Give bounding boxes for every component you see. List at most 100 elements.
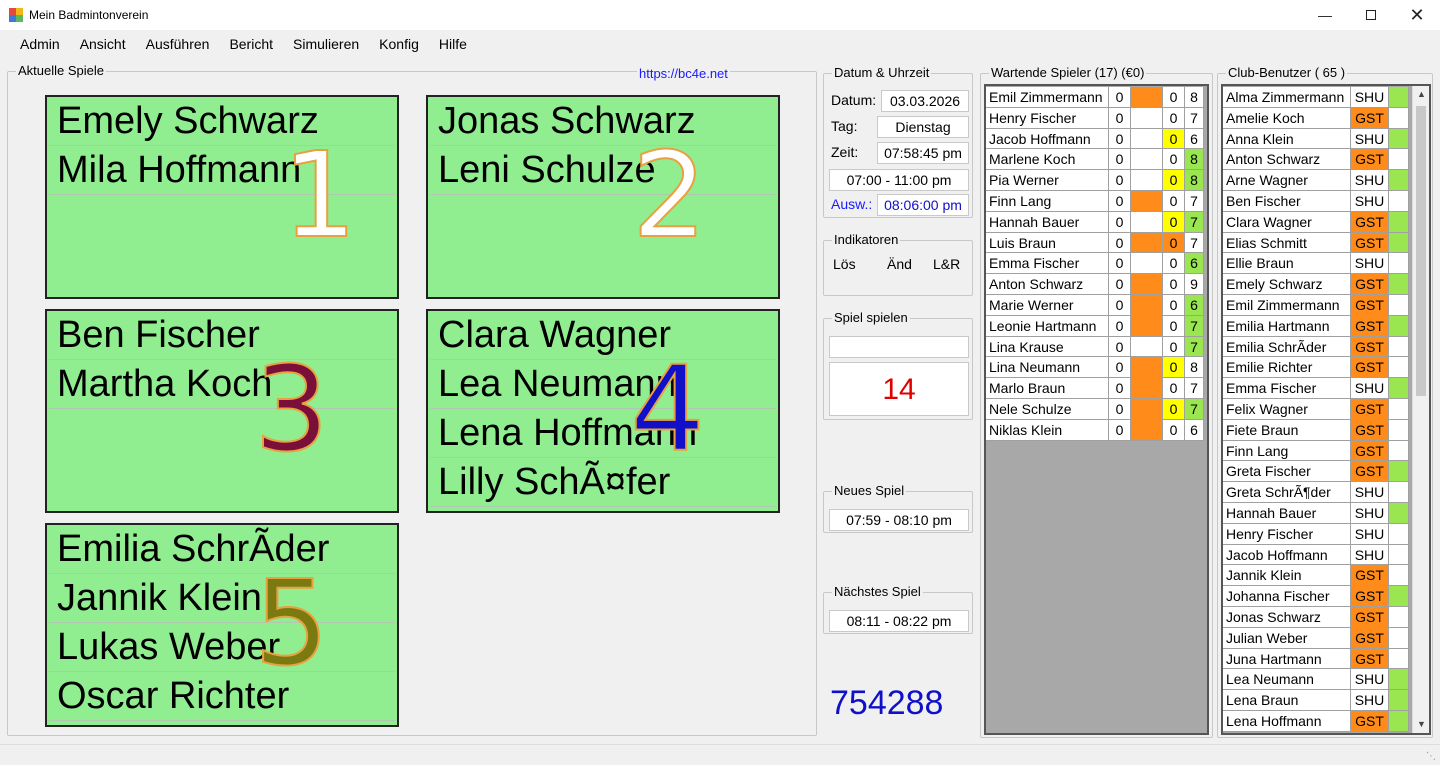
club-user-row[interactable]: Jonas Schwarz GST bbox=[1223, 607, 1409, 628]
menu-admin[interactable]: Admin bbox=[10, 36, 70, 52]
close-button[interactable]: ✕ bbox=[1394, 0, 1440, 30]
time-field[interactable]: 07:58:45 pm bbox=[877, 142, 969, 164]
scroll-down-icon[interactable]: ▼ bbox=[1413, 716, 1429, 733]
new-game-label: Neues Spiel bbox=[832, 483, 907, 499]
club-user-row[interactable]: Emilia Hartmann GST bbox=[1223, 315, 1409, 337]
court-player-row[interactable]: Ben Fischer bbox=[49, 311, 395, 360]
club-user-row[interactable]: Fiete Braun GST bbox=[1223, 419, 1409, 441]
club-user-row[interactable]: Emely Schwarz GST bbox=[1223, 274, 1409, 295]
play-game-label: Spiel spielen bbox=[832, 310, 910, 326]
court-player-name: Leni Schulze bbox=[438, 149, 656, 191]
club-user-row[interactable]: Ben Fischer SHU bbox=[1223, 191, 1409, 212]
menu-bericht[interactable]: Bericht bbox=[219, 36, 283, 52]
waiting-row[interactable]: Henry Fischer 0 0 7 bbox=[986, 107, 1204, 129]
club-user-row[interactable]: Julian Weber GST bbox=[1223, 627, 1409, 649]
waiting-row[interactable]: Lina Neumann 0 0 8 bbox=[986, 357, 1204, 379]
scroll-up-icon[interactable]: ▲ bbox=[1413, 86, 1429, 103]
court-player-row[interactable]: Lena Hoffmann bbox=[430, 409, 776, 458]
waiting-row[interactable]: Niklas Klein 0 0 6 bbox=[986, 419, 1204, 441]
waiting-row[interactable]: Jacob Hoffmann 0 0 6 bbox=[986, 128, 1204, 150]
time-range-field[interactable]: 07:00 - 11:00 pm bbox=[829, 169, 969, 191]
club-user-row[interactable]: Finn Lang GST bbox=[1223, 440, 1409, 462]
club-user-row[interactable]: Hannah Bauer SHU bbox=[1223, 503, 1409, 524]
menu-konfig[interactable]: Konfig bbox=[369, 36, 429, 52]
club-user-row[interactable]: Juna Hartmann GST bbox=[1223, 648, 1409, 670]
waiting-row[interactable]: Marie Werner 0 0 6 bbox=[986, 295, 1204, 316]
court-player-row[interactable]: Lea Neumann bbox=[430, 360, 776, 409]
club-user-row[interactable]: Jannik Klein GST bbox=[1223, 565, 1409, 587]
court-3[interactable]: Ben Fischer Martha Koch 3 bbox=[45, 309, 399, 513]
court-player-row[interactable]: Leni Schulze bbox=[430, 146, 776, 195]
club-user-row[interactable]: Emilia SchrÃder GST bbox=[1223, 336, 1409, 358]
club-user-row[interactable]: Amelie Koch GST bbox=[1223, 107, 1409, 129]
waiting-row[interactable]: Nele Schulze 0 0 7 bbox=[986, 399, 1204, 420]
waiting-row[interactable]: Marlene Koch 0 0 8 bbox=[986, 149, 1204, 171]
club-user-row[interactable]: Greta Fischer GST bbox=[1223, 461, 1409, 483]
court-player-row[interactable]: Clara Wagner bbox=[430, 311, 776, 360]
court-player-name: Jannik Klein bbox=[57, 577, 262, 619]
menu-ansicht[interactable]: Ansicht bbox=[70, 36, 136, 52]
club-user-row[interactable]: Lea Neumann SHU bbox=[1223, 669, 1409, 691]
waiting-row[interactable]: Luis Braun 0 0 7 bbox=[986, 232, 1204, 254]
maximize-button[interactable] bbox=[1348, 0, 1394, 30]
court-1[interactable]: Emely Schwarz Mila Hoffmann 1 bbox=[45, 95, 399, 299]
next-game-field[interactable]: 08:11 - 08:22 pm bbox=[829, 610, 969, 632]
club-user-row[interactable]: Henry Fischer SHU bbox=[1223, 523, 1409, 545]
club-user-name: Felix Wagner bbox=[1223, 399, 1351, 420]
club-user-row[interactable]: Ellie Braun SHU bbox=[1223, 253, 1409, 275]
club-user-row[interactable]: Anna Klein SHU bbox=[1223, 128, 1409, 150]
day-field[interactable]: Dienstag bbox=[877, 116, 969, 138]
website-link[interactable]: https://bc4e.net bbox=[637, 66, 730, 81]
play-count-box[interactable]: 14 bbox=[829, 362, 969, 416]
club-user-row[interactable]: Clara Wagner GST bbox=[1223, 211, 1409, 233]
club-user-row[interactable]: Jacob Hoffmann SHU bbox=[1223, 544, 1409, 566]
club-scrollbar[interactable]: ▲ ▼ bbox=[1412, 86, 1429, 733]
waiting-players-grid[interactable]: Emil Zimmermann 0 0 8 Henry Fischer 0 0 7 Jacob … bbox=[984, 84, 1209, 735]
club-user-row[interactable]: Greta SchrÃ¶der SHU bbox=[1223, 482, 1409, 503]
court-player-row[interactable]: Jonas Schwarz bbox=[430, 97, 776, 146]
court-2[interactable]: Jonas Schwarz Leni Schulze 2 bbox=[426, 95, 780, 299]
court-player-row[interactable]: Lukas Weber bbox=[49, 623, 395, 672]
club-user-row[interactable]: Alma Zimmermann SHU bbox=[1223, 87, 1409, 108]
waiting-row[interactable]: Emil Zimmermann 0 0 8 bbox=[986, 87, 1204, 108]
club-users-grid[interactable]: ▲ ▼ Alma Zimmermann SHU Amelie Koch GST Anna… bbox=[1221, 84, 1431, 735]
date-field[interactable]: 03.03.2026 bbox=[881, 90, 969, 112]
waiting-row[interactable]: Lina Krause 0 0 7 bbox=[986, 336, 1204, 358]
club-user-row[interactable]: Felix Wagner GST bbox=[1223, 399, 1409, 420]
club-user-row[interactable]: Emma Fischer SHU bbox=[1223, 378, 1409, 399]
club-user-name: Ben Fischer bbox=[1223, 191, 1351, 212]
menu-hilfe[interactable]: Hilfe bbox=[429, 36, 477, 52]
court-player-row[interactable]: Oscar Richter bbox=[49, 672, 395, 721]
scroll-thumb[interactable] bbox=[1416, 106, 1426, 396]
resize-grip-icon[interactable]: ⋱ bbox=[1426, 751, 1436, 762]
menu-simulieren[interactable]: Simulieren bbox=[283, 36, 369, 52]
court-4[interactable]: Clara Wagner Lea Neumann Lena Hoffmann Lill… bbox=[426, 309, 780, 513]
waiting-row[interactable]: Pia Werner 0 0 8 bbox=[986, 170, 1204, 191]
waiting-row[interactable]: Marlo Braun 0 0 7 bbox=[986, 378, 1204, 399]
club-user-flag bbox=[1389, 669, 1409, 691]
club-user-row[interactable]: Johanna Fischer GST bbox=[1223, 586, 1409, 607]
club-user-row[interactable]: Elias Schmitt GST bbox=[1223, 232, 1409, 254]
waiting-row[interactable]: Hannah Bauer 0 0 7 bbox=[986, 211, 1204, 233]
court-player-row[interactable]: Martha Koch bbox=[49, 360, 395, 409]
play-input[interactable] bbox=[829, 336, 969, 358]
ausw-field[interactable]: 08:06:00 pm bbox=[877, 194, 969, 216]
menu-ausfuehren[interactable]: Ausführen bbox=[136, 36, 220, 52]
waiting-status-indicator bbox=[1131, 357, 1163, 379]
club-user-row[interactable]: Lena Braun SHU bbox=[1223, 690, 1409, 711]
court-player-row[interactable]: Emilia SchrÃder bbox=[49, 525, 395, 574]
waiting-row[interactable]: Leonie Hartmann 0 0 7 bbox=[986, 315, 1204, 337]
minimize-button[interactable]: — bbox=[1302, 0, 1348, 30]
waiting-row[interactable]: Emma Fischer 0 0 6 bbox=[986, 253, 1204, 275]
court-player-row[interactable]: Lilly SchÃ¤fer bbox=[430, 458, 776, 507]
club-user-row[interactable]: Emilie Richter GST bbox=[1223, 357, 1409, 379]
waiting-row[interactable]: Anton Schwarz 0 0 9 bbox=[986, 274, 1204, 295]
club-user-row[interactable]: Lena Hoffmann GST bbox=[1223, 711, 1409, 732]
club-user-row[interactable]: Anton Schwarz GST bbox=[1223, 149, 1409, 171]
court-player-row[interactable]: Jannik Klein bbox=[49, 574, 395, 623]
court-5[interactable]: Emilia SchrÃder Jannik Klein Lukas Weber Os… bbox=[45, 523, 399, 727]
waiting-row[interactable]: Finn Lang 0 0 7 bbox=[986, 191, 1204, 212]
club-user-row[interactable]: Arne Wagner SHU bbox=[1223, 170, 1409, 191]
club-user-row[interactable]: Emil Zimmermann GST bbox=[1223, 295, 1409, 316]
new-game-field[interactable]: 07:59 - 08:10 pm bbox=[829, 509, 969, 531]
